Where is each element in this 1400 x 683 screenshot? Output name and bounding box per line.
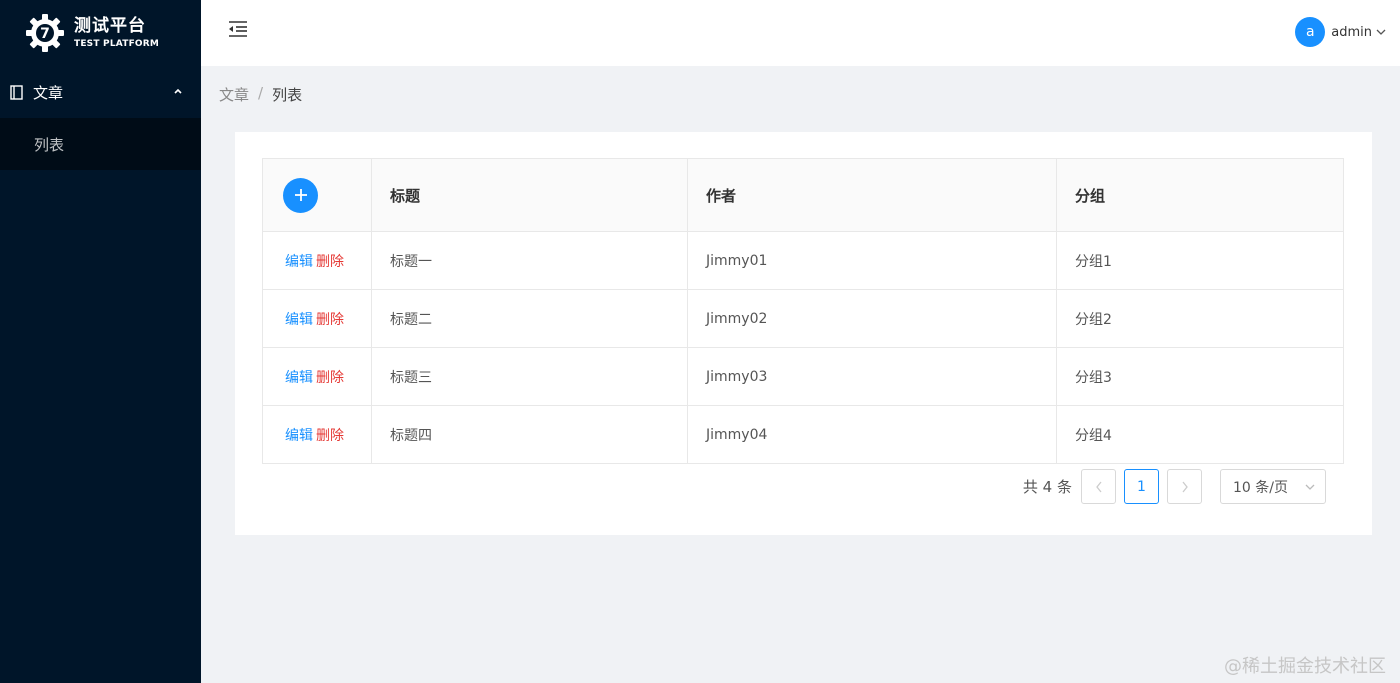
book-icon (10, 84, 23, 100)
avatar: a (1295, 17, 1326, 47)
cell-group: 分组2 (1056, 289, 1344, 348)
logo[interactable]: 7 测试平台 TEST PLATFORM (0, 0, 201, 66)
plus-icon (294, 189, 307, 201)
sidebar-item-label: 列表 (34, 135, 65, 154)
articles-table: 标题 作者 分组 编辑 删除 标题一 Jimmy01 分组1 编辑 删除 标题二 J… (262, 158, 1344, 464)
sidebar-group-articles[interactable]: 文章 (0, 66, 201, 118)
watermark: @稀土掘金技术社区 (1224, 656, 1386, 677)
header-cell-title: 标题 (371, 158, 688, 232)
logo-letter: 7 (40, 26, 50, 42)
sidebar-submenu: 列表 (0, 118, 201, 170)
header: a admin (201, 0, 1400, 66)
cell-author: Jimmy02 (687, 289, 1057, 348)
cell-group: 分组1 (1056, 231, 1344, 290)
delete-link[interactable]: 删除 (316, 370, 344, 386)
ops-cell: 编辑 删除 (262, 289, 372, 348)
header-cell-group: 分组 (1056, 158, 1344, 232)
header-cell-add (262, 158, 372, 232)
ops-cell: 编辑 删除 (262, 405, 372, 464)
header-cell-author: 作者 (687, 158, 1057, 232)
table-row: 编辑 删除 标题四 Jimmy04 分组4 (262, 405, 1344, 464)
chevron-left-icon (1095, 481, 1102, 492)
app-subtitle: TEST PLATFORM (74, 39, 160, 49)
sidebar-group-label: 文章 (33, 83, 64, 102)
user-menu[interactable]: a admin (1295, 17, 1386, 47)
app-title: 测试平台 (74, 16, 146, 36)
table-row: 编辑 删除 标题二 Jimmy02 分组2 (262, 289, 1344, 348)
cell-group: 分组3 (1056, 347, 1344, 406)
table-row: 编辑 删除 标题三 Jimmy03 分组3 (262, 347, 1344, 406)
cell-title: 标题四 (371, 405, 688, 464)
delete-link[interactable]: 删除 (316, 312, 344, 328)
next-page-button[interactable] (1167, 469, 1202, 504)
breadcrumb: 文章 / 列表 (219, 84, 302, 105)
breadcrumb-current: 列表 (272, 86, 303, 104)
prev-page-button[interactable] (1081, 469, 1116, 504)
table-header-row: 标题 作者 分组 (262, 158, 1344, 232)
chevron-down-icon (1376, 29, 1386, 35)
cell-author: Jimmy04 (687, 405, 1057, 464)
sidebar: 7 测试平台 TEST PLATFORM 文章 列表 (0, 0, 201, 683)
chevron-right-icon (1181, 481, 1188, 492)
cell-author: Jimmy03 (687, 347, 1057, 406)
page-button-1[interactable]: 1 (1124, 469, 1159, 504)
chevron-up-icon (174, 88, 182, 94)
edit-link[interactable]: 编辑 (285, 254, 313, 270)
pagination-total: 共 4 条 (1022, 478, 1072, 496)
cell-title: 标题二 (371, 289, 688, 348)
add-button[interactable] (283, 177, 318, 213)
ops-cell: 编辑 删除 (262, 231, 372, 290)
delete-link[interactable]: 删除 (316, 254, 344, 270)
cell-title: 标题一 (371, 231, 688, 290)
cell-title: 标题三 (371, 347, 688, 406)
breadcrumb-separator: / (258, 84, 264, 102)
gear-logo-icon: 7 (24, 12, 66, 54)
username: admin (1331, 24, 1372, 40)
edit-link[interactable]: 编辑 (285, 312, 313, 328)
content-card: 标题 作者 分组 编辑 删除 标题一 Jimmy01 分组1 编辑 删除 标题二 J… (235, 132, 1372, 535)
chevron-down-icon (1305, 484, 1315, 490)
edit-link[interactable]: 编辑 (285, 370, 313, 386)
page-size-value: 10 条/页 (1233, 479, 1288, 496)
sidebar-item-list[interactable]: 列表 (0, 118, 201, 170)
menu-fold-icon[interactable] (228, 20, 248, 38)
ops-cell: 编辑 删除 (262, 347, 372, 406)
page-size-select[interactable]: 10 条/页 (1220, 469, 1326, 504)
edit-link[interactable]: 编辑 (285, 428, 313, 444)
table-row: 编辑 删除 标题一 Jimmy01 分组1 (262, 231, 1344, 290)
cell-group: 分组4 (1056, 405, 1344, 464)
delete-link[interactable]: 删除 (316, 428, 344, 444)
pagination: 共 4 条 1 10 条/页 (1023, 469, 1326, 504)
breadcrumb-parent[interactable]: 文章 (219, 84, 249, 105)
cell-author: Jimmy01 (687, 231, 1057, 290)
